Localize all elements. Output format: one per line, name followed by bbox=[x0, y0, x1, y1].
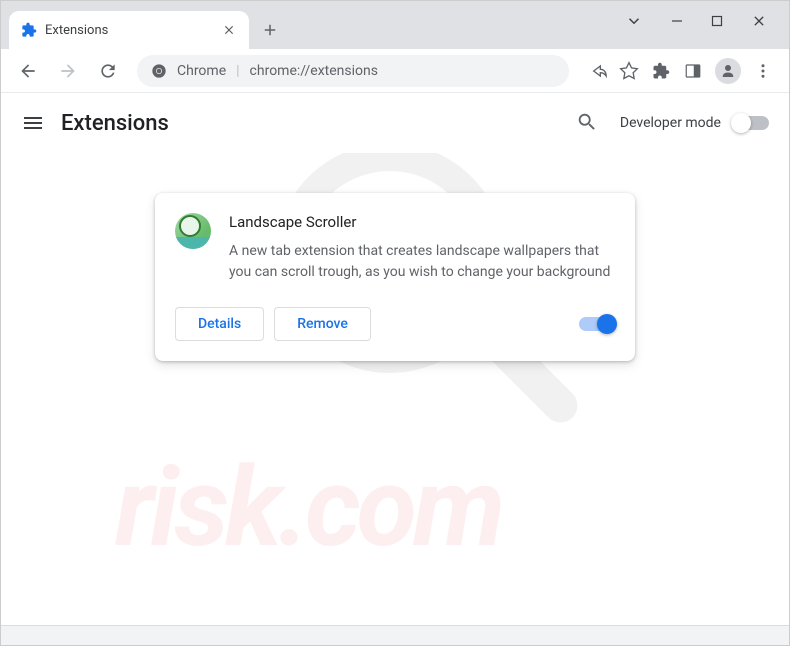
chevron-down-icon[interactable] bbox=[625, 12, 643, 30]
page-title: Extensions bbox=[61, 111, 576, 136]
developer-mode-toggle[interactable] bbox=[733, 116, 769, 130]
browser-tab[interactable]: Extensions bbox=[9, 11, 249, 49]
back-button[interactable] bbox=[11, 54, 45, 88]
kebab-menu-icon[interactable] bbox=[753, 61, 773, 81]
extension-toggle[interactable] bbox=[579, 317, 615, 331]
close-window-button[interactable] bbox=[751, 13, 767, 29]
extensions-icon[interactable] bbox=[651, 61, 671, 81]
close-tab-button[interactable] bbox=[221, 22, 237, 38]
extension-icon bbox=[175, 213, 211, 249]
bottom-bar bbox=[1, 625, 789, 645]
extension-description: A new tab extension that creates landsca… bbox=[229, 241, 615, 283]
chrome-icon bbox=[151, 63, 167, 79]
extension-card: Landscape Scroller A new tab extension t… bbox=[155, 193, 635, 361]
developer-mode-label: Developer mode bbox=[620, 115, 721, 131]
details-button[interactable]: Details bbox=[175, 307, 264, 341]
sidepanel-icon[interactable] bbox=[683, 61, 703, 81]
menu-button[interactable] bbox=[21, 111, 45, 135]
minimize-button[interactable] bbox=[671, 15, 683, 27]
new-tab-button[interactable] bbox=[255, 15, 285, 45]
remove-button[interactable]: Remove bbox=[274, 307, 371, 341]
toolbar: Chrome | chrome://extensions bbox=[1, 49, 789, 93]
tab-title: Extensions bbox=[45, 23, 213, 38]
developer-mode: Developer mode bbox=[620, 115, 769, 131]
window-titlebar: Extensions bbox=[1, 1, 789, 49]
forward-button[interactable] bbox=[51, 54, 85, 88]
reload-button[interactable] bbox=[91, 54, 125, 88]
page-header: Extensions Developer mode bbox=[1, 93, 789, 153]
star-icon[interactable] bbox=[619, 61, 639, 81]
share-icon[interactable] bbox=[587, 61, 607, 81]
omnibox-url: chrome://extensions bbox=[250, 63, 378, 79]
content-area: Landscape Scroller A new tab extension t… bbox=[1, 153, 789, 381]
address-bar[interactable]: Chrome | chrome://extensions bbox=[137, 55, 569, 87]
search-button[interactable] bbox=[576, 111, 600, 135]
puzzle-icon bbox=[21, 22, 37, 38]
omnibox-label: Chrome bbox=[177, 63, 226, 79]
maximize-button[interactable] bbox=[711, 15, 723, 27]
extension-name: Landscape Scroller bbox=[229, 213, 615, 231]
profile-avatar[interactable] bbox=[715, 58, 741, 84]
window-controls bbox=[603, 1, 789, 41]
